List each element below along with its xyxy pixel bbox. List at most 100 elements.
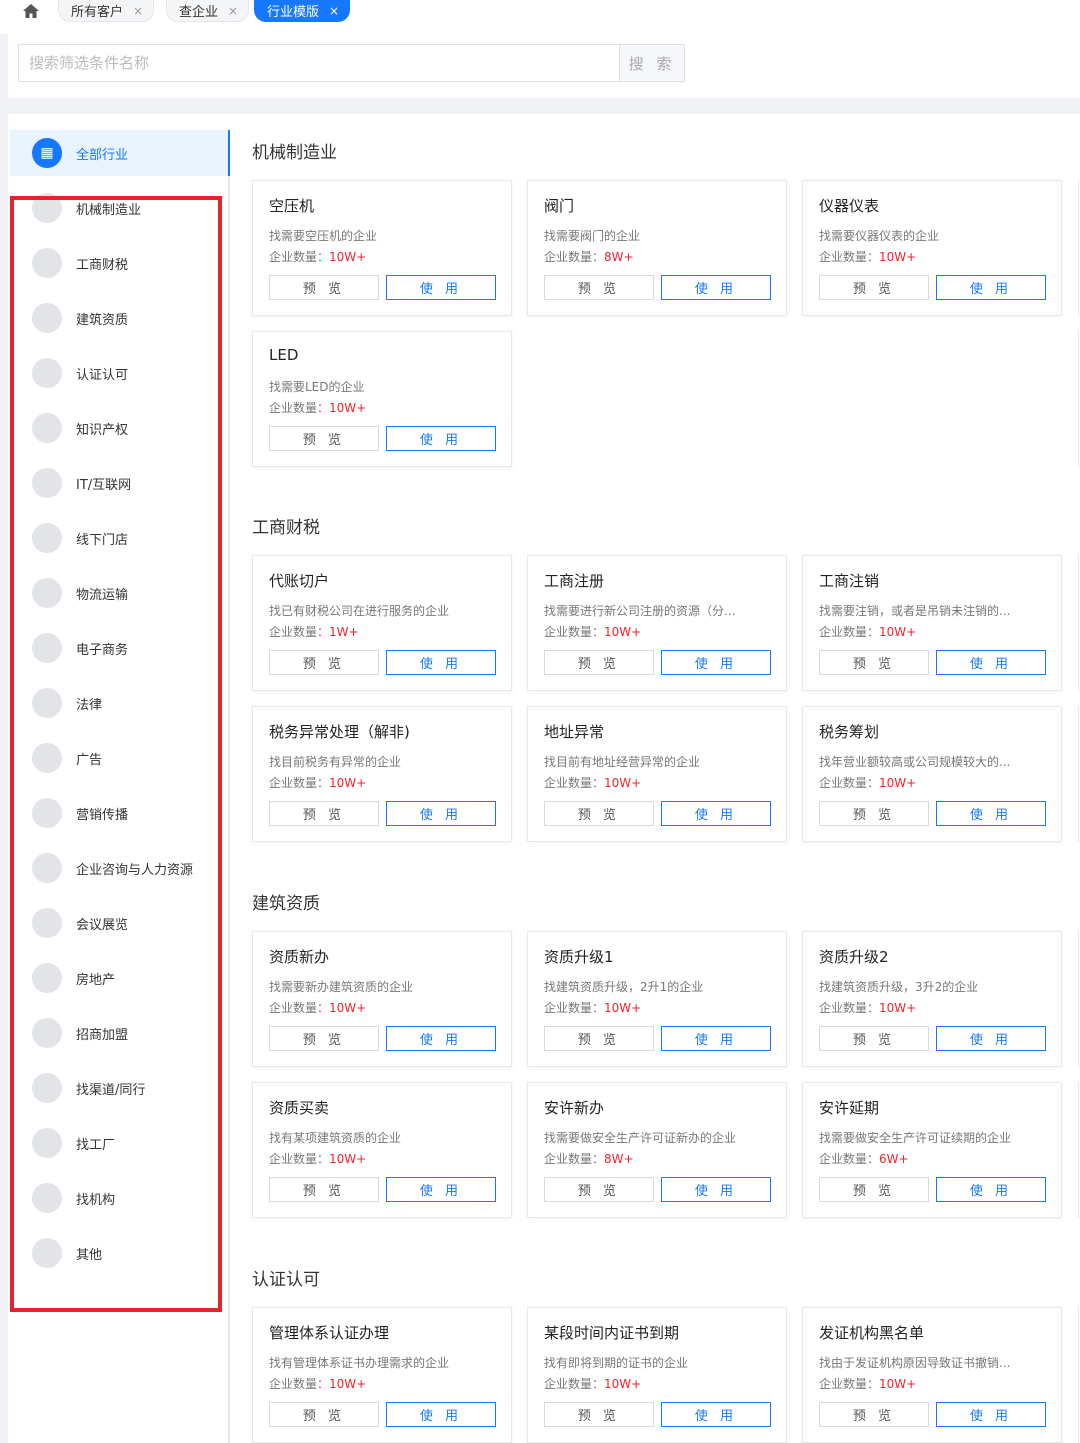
tab-label: 行业模版	[267, 5, 320, 20]
count-label: 企业数量：	[269, 776, 330, 790]
count-label: 企业数量：	[819, 1152, 880, 1166]
use-button[interactable]: 使 用	[386, 1026, 496, 1051]
card-count: 企业数量：10W+	[819, 999, 916, 1016]
preview-button[interactable]: 预 览	[269, 1402, 379, 1427]
preview-button[interactable]: 预 览	[544, 650, 654, 675]
count-value: 10W+	[329, 1001, 367, 1015]
search-bar: 搜索筛选条件名称 搜 索	[8, 34, 1080, 98]
count-value: 6W+	[879, 1152, 909, 1166]
main-panel: ▦ 全部行业 机械制造业 工商财税 建筑资质 认证认可 知识产权 IT/互联网 线下门店 物流运输…	[8, 114, 1080, 1443]
count-value: 10W+	[879, 1001, 917, 1015]
card-description: 找需要进行新公司注册的资源（分...	[544, 604, 736, 618]
count-value: 10W+	[604, 1001, 642, 1015]
tab-search-company[interactable]: 查企业 ×	[166, 0, 250, 22]
card-title: 仪器仪表	[819, 197, 880, 215]
preview-button[interactable]: 预 览	[269, 801, 379, 826]
count-value: 10W+	[604, 1377, 642, 1391]
sidebar-item-label: 全部行业	[76, 147, 129, 163]
close-icon[interactable]: ×	[228, 4, 238, 18]
use-button[interactable]: 使 用	[386, 801, 496, 826]
count-value: 10W+	[604, 776, 642, 790]
preview-button[interactable]: 预 览	[544, 1177, 654, 1202]
preview-button[interactable]: 预 览	[544, 1402, 654, 1427]
count-value: 10W+	[329, 1377, 367, 1391]
sidebar-divider	[228, 130, 230, 1443]
use-button[interactable]: 使 用	[936, 275, 1046, 300]
template-card: 管理体系认证办理 找有管理体系证书办理需求的企业 企业数量：10W+ 预 览使 用	[252, 1307, 512, 1443]
sidebar-item[interactable]: ▦ 全部行业	[10, 130, 228, 176]
use-button[interactable]: 使 用	[936, 1177, 1046, 1202]
search-input[interactable]: 搜索筛选条件名称	[18, 44, 620, 82]
preview-button[interactable]: 预 览	[544, 275, 654, 300]
card-title: 安许延期	[819, 1099, 880, 1117]
card-description: 找已有财税公司在进行服务的企业	[269, 604, 450, 618]
count-value: 10W+	[329, 401, 367, 415]
preview-button[interactable]: 预 览	[269, 1026, 379, 1051]
card-description: 找需要新办建筑资质的企业	[269, 980, 414, 994]
card-count: 企业数量：10W+	[819, 774, 916, 791]
use-button[interactable]: 使 用	[386, 650, 496, 675]
template-card: 某段时间内证书到期 找有即将到期的证书的企业 企业数量：10W+ 预 览使 用	[527, 1307, 787, 1443]
card-title: 税务筹划	[819, 723, 880, 741]
count-label: 企业数量：	[269, 250, 330, 264]
card-count: 企业数量：10W+	[819, 623, 916, 640]
tab-industry-template[interactable]: 行业模版 ×	[254, 0, 351, 22]
count-value: 1W+	[329, 625, 359, 639]
card-count: 企业数量：10W+	[269, 999, 366, 1016]
tab-all-customers[interactable]: 所有客户 ×	[58, 0, 155, 22]
card-description: 找需要注销，或者是吊销未注销的...	[819, 604, 1011, 618]
use-button[interactable]: 使 用	[386, 1177, 496, 1202]
preview-button[interactable]: 预 览	[819, 1402, 929, 1427]
use-button[interactable]: 使 用	[661, 1177, 771, 1202]
card-count: 企业数量：10W+	[544, 1375, 641, 1392]
count-value: 10W+	[879, 776, 917, 790]
card-count: 企业数量：10W+	[544, 774, 641, 791]
search-button[interactable]: 搜 索	[619, 44, 685, 82]
preview-button[interactable]: 预 览	[269, 426, 379, 451]
preview-button[interactable]: 预 览	[544, 1026, 654, 1051]
preview-button[interactable]: 预 览	[819, 801, 929, 826]
preview-button[interactable]: 预 览	[269, 275, 379, 300]
card-title: 管理体系认证办理	[269, 1324, 390, 1342]
close-icon[interactable]: ×	[133, 4, 143, 18]
card-description: 找需要做安全生产许可证续期的企业	[819, 1131, 1012, 1145]
template-card: 仪器仪表 找需要仪器仪表的企业 企业数量：10W+ 预 览使 用	[802, 180, 1062, 316]
use-button[interactable]: 使 用	[661, 1026, 771, 1051]
use-button[interactable]: 使 用	[661, 1402, 771, 1427]
card-count: 企业数量：8W+	[544, 1150, 634, 1167]
preview-button[interactable]: 预 览	[819, 1177, 929, 1202]
card-description: 找需要阀门的企业	[544, 229, 641, 243]
card-title: 某段时间内证书到期	[544, 1324, 680, 1342]
use-button[interactable]: 使 用	[386, 1402, 496, 1427]
preview-button[interactable]: 预 览	[819, 1026, 929, 1051]
preview-button[interactable]: 预 览	[819, 650, 929, 675]
preview-button[interactable]: 预 览	[269, 1177, 379, 1202]
active-indicator	[228, 130, 230, 176]
card-count: 企业数量：6W+	[819, 1150, 909, 1167]
use-button[interactable]: 使 用	[661, 650, 771, 675]
use-button[interactable]: 使 用	[936, 650, 1046, 675]
card-count: 企业数量：10W+	[544, 623, 641, 640]
close-icon[interactable]: ×	[329, 4, 339, 18]
preview-button[interactable]: 预 览	[544, 801, 654, 826]
use-button[interactable]: 使 用	[936, 801, 1046, 826]
card-description: 找建筑资质升级，2升1的企业	[544, 980, 704, 994]
use-button[interactable]: 使 用	[661, 275, 771, 300]
use-button[interactable]: 使 用	[386, 426, 496, 451]
count-label: 企业数量：	[819, 776, 880, 790]
card-title: LED	[269, 346, 299, 364]
use-button[interactable]: 使 用	[386, 275, 496, 300]
tab-label: 所有客户	[71, 5, 124, 20]
home-icon[interactable]	[20, 0, 42, 22]
card-title: 空压机	[269, 197, 315, 215]
preview-button[interactable]: 预 览	[269, 650, 379, 675]
count-label: 企业数量：	[269, 1001, 330, 1015]
card-count: 企业数量：1W+	[269, 623, 359, 640]
use-button[interactable]: 使 用	[936, 1402, 1046, 1427]
count-label: 企业数量：	[269, 1152, 330, 1166]
card-description: 找需要做安全生产许可证新办的企业	[544, 1131, 737, 1145]
use-button[interactable]: 使 用	[661, 801, 771, 826]
use-button[interactable]: 使 用	[936, 1026, 1046, 1051]
preview-button[interactable]: 预 览	[819, 275, 929, 300]
card-title: 发证机构黑名单	[819, 1324, 925, 1342]
